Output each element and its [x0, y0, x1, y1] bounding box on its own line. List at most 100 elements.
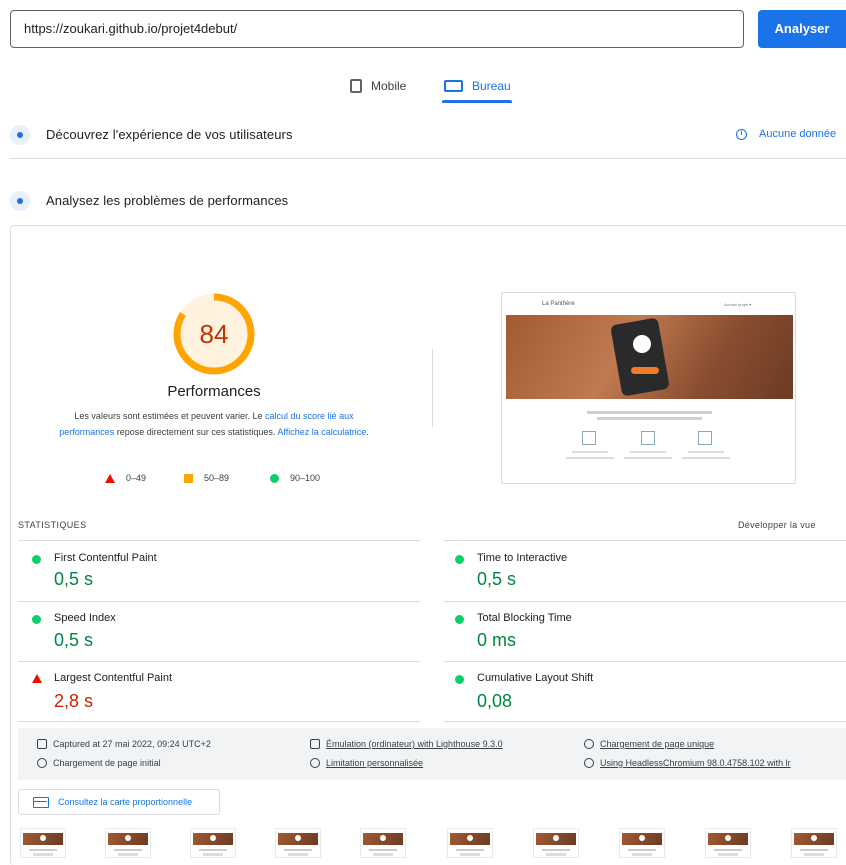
preview-text-line — [587, 411, 712, 414]
tab-desktop[interactable]: Bureau — [444, 76, 511, 96]
metric-tbt-name: Total Blocking Time — [477, 612, 572, 624]
desktop-device-icon — [310, 739, 320, 749]
tab-desktop-label: Bureau — [472, 79, 511, 93]
preview-logo: La Panthère — [542, 301, 575, 307]
desc-text-2: repose directement sur ces statistiques. — [114, 427, 278, 437]
preview-feature-icon — [641, 431, 655, 445]
timer-icon — [37, 758, 47, 768]
filmstrip-frame — [705, 828, 751, 858]
filmstrip-frame — [619, 828, 665, 858]
performance-label: Performances — [167, 383, 261, 400]
treemap-label: Consultez la carte proportionnelle — [58, 797, 193, 807]
metric-lcp-value: 2,8 s — [54, 691, 94, 711]
preview-feature-title — [572, 451, 608, 453]
metric-separator — [18, 540, 420, 541]
runtime-captured-text: Captured at 27 mai 2022, 09:24 UTC+2 — [53, 739, 211, 749]
runtime-initial-load-text: Chargement de page initial — [53, 758, 161, 768]
preview-emblem — [633, 335, 651, 353]
preview-feature-text — [566, 457, 614, 459]
preview-feature-icon — [582, 431, 596, 445]
runtime-settings — [18, 728, 846, 780]
filmstrip-frame — [190, 828, 236, 858]
filmstrip-frame — [533, 828, 579, 858]
runtime-single-load[interactable]: Chargement de page unique — [584, 739, 714, 749]
pass-circle-icon — [455, 555, 464, 564]
metric-separator — [444, 661, 846, 662]
performance-description: Les valeurs sont estimées et peuvent var… — [48, 408, 380, 440]
pass-circle-icon — [270, 473, 279, 483]
chrome-icon — [584, 758, 594, 768]
filmstrip-frame — [20, 828, 66, 858]
average-square-icon — [184, 473, 193, 483]
pass-circle-icon — [455, 615, 464, 624]
treemap-button[interactable]: Consultez la carte proportionnelle — [18, 789, 220, 815]
metric-cls-name: Cumulative Layout Shift — [477, 672, 594, 684]
fail-triangle-icon — [32, 674, 42, 683]
metric-tbt-value: 0 ms — [477, 630, 517, 650]
desc-text-3: . — [366, 427, 369, 437]
filmstrip-frame — [105, 828, 151, 858]
preview-phone — [610, 317, 670, 397]
runtime-single-load-text: Chargement de page unique — [600, 739, 715, 749]
pass-circle-icon — [455, 675, 464, 684]
preview-menu: Accueil projet ▾ — [724, 302, 752, 307]
legend-pass: 90–100 — [270, 473, 320, 483]
laptop-icon — [444, 80, 463, 92]
performance-score: 84 — [199, 319, 229, 349]
metric-si-name: Speed Index — [54, 612, 116, 624]
runtime-emulation[interactable]: Émulation (ordinateur) with Lighthouse 9… — [310, 739, 503, 749]
runtime-browser-text: Using HeadlessChromium 98.0.4758.102 wit… — [600, 758, 791, 768]
desc-text-1: Les valeurs sont estimées et peuvent var… — [74, 411, 266, 421]
calendar-icon — [37, 739, 47, 749]
metric-fcp-name: First Contentful Paint — [54, 552, 157, 564]
wifi-icon — [310, 758, 320, 768]
runtime-initial-load: Chargement de page initial — [37, 758, 161, 768]
filmstrip-frame — [360, 828, 406, 858]
metric-lcp-name: Largest Contentful Paint — [54, 672, 173, 684]
vertical-divider — [432, 349, 433, 427]
legend-fail-label: 0–49 — [126, 473, 147, 483]
users-icon — [10, 125, 30, 145]
tab-mobile[interactable]: Mobile — [350, 76, 406, 96]
legend-average-label: 50–89 — [204, 473, 230, 483]
lab-icon — [10, 191, 30, 211]
runtime-throttling-text: Limitation personnalisée — [326, 758, 424, 768]
runtime-browser[interactable]: Using HeadlessChromium 98.0.4758.102 wit… — [584, 758, 791, 768]
tab-mobile-label: Mobile — [371, 79, 407, 93]
preview-text-line — [597, 417, 702, 420]
url-input[interactable]: https://zoukari.github.io/projet4debut/ — [10, 10, 744, 48]
metric-separator — [444, 721, 846, 722]
preview-feature-text — [682, 457, 730, 459]
preview-hero-image — [506, 315, 793, 399]
preview-feature-title — [630, 451, 666, 453]
metric-tti-value: 0,5 s — [477, 569, 517, 589]
filmstrip-frame — [791, 828, 837, 858]
expand-view-toggle[interactable]: Développer la vue — [738, 520, 816, 530]
lab-title: Analysez les problèmes de performances — [46, 193, 289, 208]
runtime-emulation-text: Émulation (ordinateur) with Lighthouse 9… — [326, 739, 503, 749]
session-icon — [584, 739, 594, 749]
section-divider — [10, 158, 846, 159]
preview-feature-icon — [698, 431, 712, 445]
legend-pass-label: 90–100 — [290, 473, 321, 483]
pass-circle-icon — [32, 615, 41, 624]
fail-triangle-icon — [105, 473, 115, 483]
filmstrip-frame — [447, 828, 493, 858]
final-screenshot[interactable]: La Panthère Accueil projet ▾ — [501, 292, 796, 484]
metric-si-value: 0,5 s — [54, 630, 94, 650]
mobile-icon — [350, 79, 362, 93]
preview-feature-title — [688, 451, 724, 453]
metric-fcp-value: 0,5 s — [54, 569, 94, 589]
no-data-label: Aucune donnée — [759, 128, 837, 140]
field-data-title: Découvrez l'expérience de vos utilisateu… — [46, 127, 293, 142]
calculator-link[interactable]: Affichez la calculatrice — [277, 427, 366, 437]
preview-feature-text — [624, 457, 672, 459]
metric-cls-value: 0,08 — [477, 691, 513, 711]
metric-tti-name: Time to Interactive — [477, 552, 568, 564]
metric-separator — [18, 601, 420, 602]
no-data-notice[interactable]: i Aucune donnée — [736, 128, 836, 140]
analyze-button[interactable]: Analyser — [758, 10, 846, 48]
filmstrip-frame — [275, 828, 321, 858]
preview-cta — [631, 367, 659, 374]
runtime-throttling[interactable]: Limitation personnalisée — [310, 758, 423, 768]
